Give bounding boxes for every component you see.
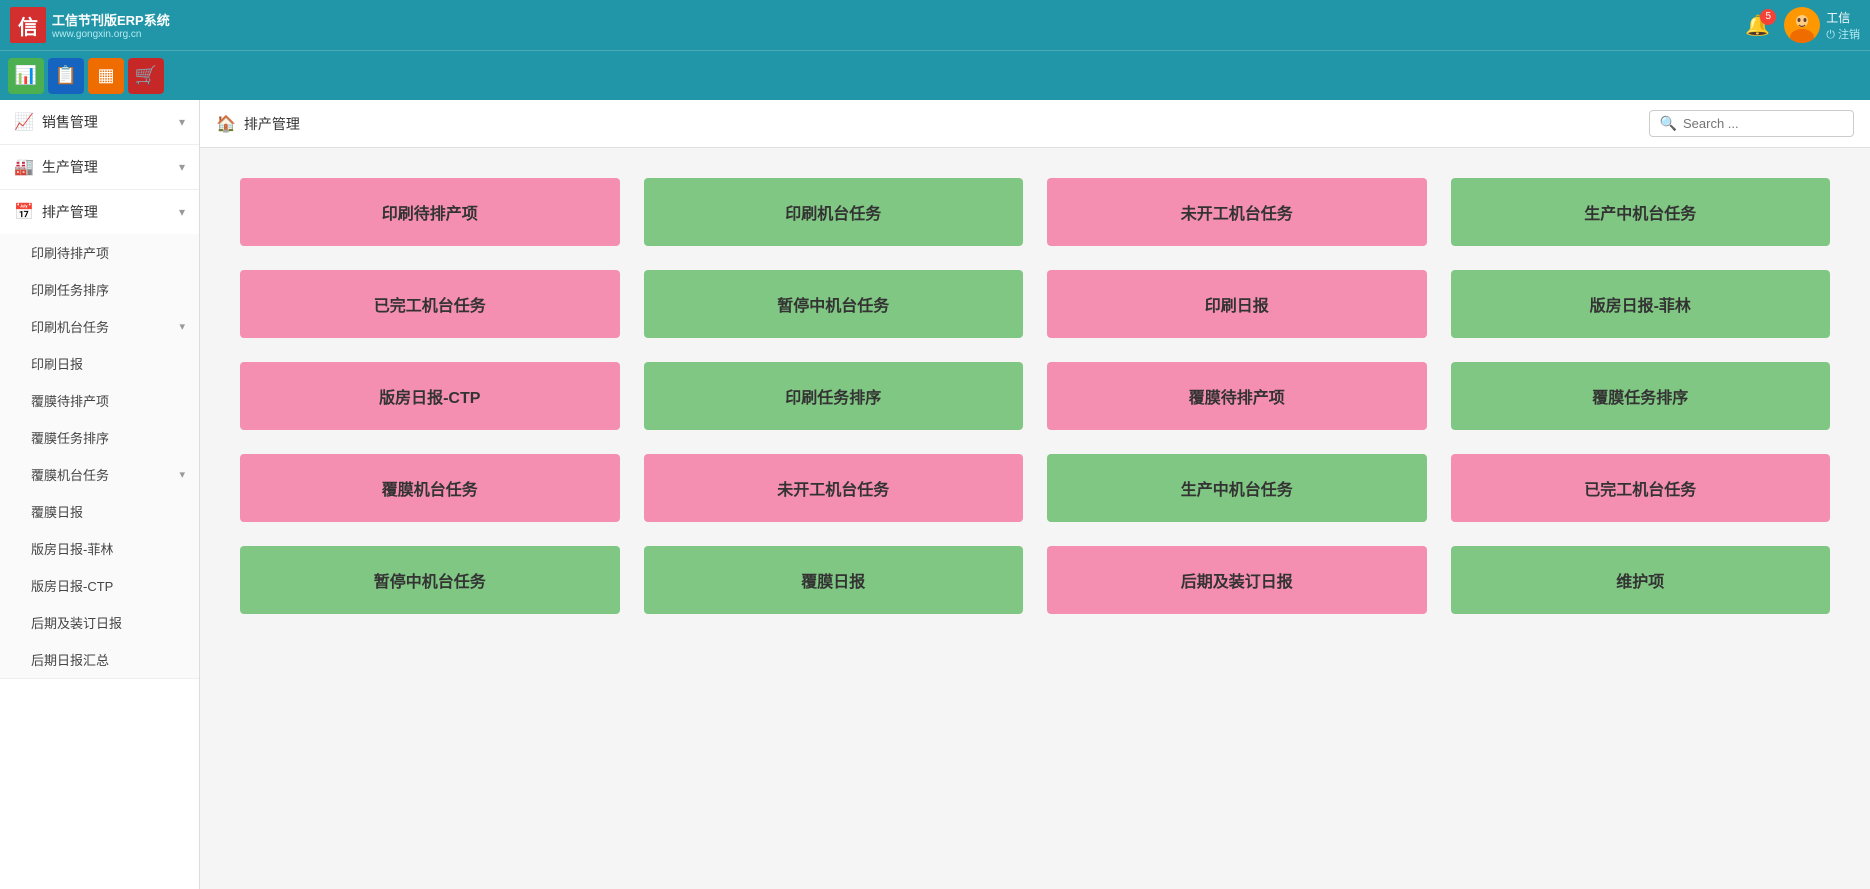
grid-btn-4-3[interactable]: 维护项 — [1451, 546, 1831, 614]
breadcrumb-text: 排产管理 — [244, 114, 300, 134]
sales-icon: 📈 — [14, 112, 34, 132]
header-right: 🔔 5 工信 ⏻ 注销 — [1745, 7, 1860, 43]
sidebar-item-fomo-pending[interactable]: 覆膜待排产项 — [0, 382, 199, 419]
sidebar-item-houqi-summary[interactable]: 后期日报汇总 — [0, 641, 199, 678]
toolbar-grid-button[interactable]: ▦ — [88, 58, 124, 94]
sidebar-item-fangfang-ctp[interactable]: 版房日报-CTP — [0, 567, 199, 604]
logo-area: 信 工信节刊版ERP系统 www.gongxin.org.cn — [10, 7, 170, 43]
logout-button[interactable]: ⏻ 注销 — [1826, 26, 1860, 42]
production-arrow-icon: ▾ — [179, 160, 185, 174]
sales-arrow-icon: ▾ — [179, 115, 185, 129]
sidebar-item-fangfang-feilin[interactable]: 版房日报-菲林 — [0, 530, 199, 567]
search-box[interactable]: 🔍 — [1649, 110, 1854, 137]
sidebar-section-scheduling: 📅 排产管理 ▾ 印刷待排产项印刷任务排序印刷机台任务▾印刷日报覆膜待排产项覆膜… — [0, 190, 199, 679]
chevron-down-icon: ▾ — [179, 320, 185, 333]
avatar — [1784, 7, 1820, 43]
sidebar-item-yindai-sort[interactable]: 印刷任务排序 — [0, 271, 199, 308]
sidebar-item-yindai-pending[interactable]: 印刷待排产项 — [0, 234, 199, 271]
grid-btn-0-2[interactable]: 未开工机台任务 — [1047, 178, 1427, 246]
page-content: 🏠 排产管理 🔍 印刷待排产项印刷机台任务未开工机台任务生产中机台任务已完工机台… — [200, 100, 1870, 889]
breadcrumb-left: 🏠 排产管理 — [216, 114, 300, 134]
grid-btn-4-0[interactable]: 暂停中机台任务 — [240, 546, 620, 614]
scheduling-icon: 📅 — [14, 202, 34, 222]
scheduling-sub-items: 印刷待排产项印刷任务排序印刷机台任务▾印刷日报覆膜待排产项覆膜任务排序覆膜机台任… — [0, 234, 199, 678]
user-info: 工信 ⏻ 注销 — [1826, 9, 1860, 42]
grid-btn-2-1[interactable]: 印刷任务排序 — [644, 362, 1024, 430]
production-label: 生产管理 — [42, 157, 171, 177]
home-icon: 🏠 — [216, 114, 236, 134]
sidebar-section-sales: 📈 销售管理 ▾ — [0, 100, 199, 145]
logo-icon: 信 — [10, 7, 46, 43]
grid-row-4: 暂停中机台任务覆膜日报后期及装订日报维护项 — [240, 546, 1830, 614]
sidebar-section-header-production[interactable]: 🏭 生产管理 ▾ — [0, 145, 199, 189]
grid-btn-3-2[interactable]: 生产中机台任务 — [1047, 454, 1427, 522]
sidebar-item-yindai-machine[interactable]: 印刷机台任务▾ — [0, 308, 199, 345]
top-header: 信 工信节刊版ERP系统 www.gongxin.org.cn 🔔 5 — [0, 0, 1870, 50]
grid-btn-4-2[interactable]: 后期及装订日报 — [1047, 546, 1427, 614]
grid-btn-2-2[interactable]: 覆膜待排产项 — [1047, 362, 1427, 430]
grid-btn-1-0[interactable]: 已完工机台任务 — [240, 270, 620, 338]
logo-text: 工信节刊版ERP系统 www.gongxin.org.cn — [52, 10, 170, 40]
grid-row-2: 版房日报-CTP 印刷任务排序覆膜待排产项覆膜任务排序 — [240, 362, 1830, 430]
sales-label: 销售管理 — [42, 112, 171, 132]
grid-area: 印刷待排产项印刷机台任务未开工机台任务生产中机台任务已完工机台任务暂停中机台任务… — [200, 148, 1870, 668]
grid-btn-1-2[interactable]: 印刷日报 — [1047, 270, 1427, 338]
grid-btn-3-1[interactable]: 未开工机台任务 — [644, 454, 1024, 522]
chevron-down-icon: ▾ — [179, 468, 185, 481]
grid-btn-0-1[interactable]: 印刷机台任务 — [644, 178, 1024, 246]
sidebar-item-fomo-daily[interactable]: 覆膜日报 — [0, 493, 199, 530]
scheduling-label: 排产管理 — [42, 202, 171, 222]
logo-title: 工信节刊版ERP系统 — [52, 10, 170, 29]
sidebar: 📈 销售管理 ▾ 🏭 生产管理 ▾ 📅 排产管理 ▾ 印刷待排产项印刷任务排序印… — [0, 100, 200, 889]
user-avatar-area[interactable]: 工信 ⏻ 注销 — [1784, 7, 1860, 43]
grid-btn-3-0[interactable]: 覆膜机台任务 — [240, 454, 620, 522]
sidebar-section-production: 🏭 生产管理 ▾ — [0, 145, 199, 190]
toolbar-row: 📊 📋 ▦ 🛒 — [0, 50, 1870, 100]
sidebar-item-yindai-daily[interactable]: 印刷日报 — [0, 345, 199, 382]
grid-btn-2-0[interactable]: 版房日报-CTP — [240, 362, 620, 430]
toolbar-list-button[interactable]: 📋 — [48, 58, 84, 94]
grid-btn-0-3[interactable]: 生产中机台任务 — [1451, 178, 1831, 246]
notification-bell-button[interactable]: 🔔 5 — [1745, 13, 1770, 38]
logo-subtitle: www.gongxin.org.cn — [52, 29, 170, 40]
sidebar-section-header-scheduling[interactable]: 📅 排产管理 ▾ — [0, 190, 199, 234]
breadcrumb-bar: 🏠 排产管理 🔍 — [200, 100, 1870, 148]
search-input[interactable] — [1683, 116, 1843, 131]
scheduling-arrow-icon: ▾ — [179, 205, 185, 219]
production-icon: 🏭 — [14, 157, 34, 177]
grid-btn-4-1[interactable]: 覆膜日报 — [644, 546, 1024, 614]
grid-btn-1-1[interactable]: 暂停中机台任务 — [644, 270, 1024, 338]
toolbar-cart-button[interactable]: 🛒 — [128, 58, 164, 94]
sidebar-item-houqi-daily[interactable]: 后期及装订日报 — [0, 604, 199, 641]
sidebar-item-fomo-sort[interactable]: 覆膜任务排序 — [0, 419, 199, 456]
grid-btn-3-3[interactable]: 已完工机台任务 — [1451, 454, 1831, 522]
notification-badge: 5 — [1760, 9, 1776, 25]
grid-btn-2-3[interactable]: 覆膜任务排序 — [1451, 362, 1831, 430]
sidebar-section-header-sales[interactable]: 📈 销售管理 ▾ — [0, 100, 199, 144]
grid-row-1: 已完工机台任务暂停中机台任务印刷日报版房日报-菲林 — [240, 270, 1830, 338]
grid-btn-1-3[interactable]: 版房日报-菲林 — [1451, 270, 1831, 338]
grid-row-0: 印刷待排产项印刷机台任务未开工机台任务生产中机台任务 — [240, 178, 1830, 246]
grid-btn-0-0[interactable]: 印刷待排产项 — [240, 178, 620, 246]
toolbar-chart-button[interactable]: 📊 — [8, 58, 44, 94]
main-layout: 📈 销售管理 ▾ 🏭 生产管理 ▾ 📅 排产管理 ▾ 印刷待排产项印刷任务排序印… — [0, 100, 1870, 889]
search-icon: 🔍 — [1660, 115, 1677, 132]
user-name-label: 工信 — [1826, 9, 1860, 26]
sidebar-item-fomo-machine[interactable]: 覆膜机台任务▾ — [0, 456, 199, 493]
grid-row-3: 覆膜机台任务未开工机台任务生产中机台任务已完工机台任务 — [240, 454, 1830, 522]
